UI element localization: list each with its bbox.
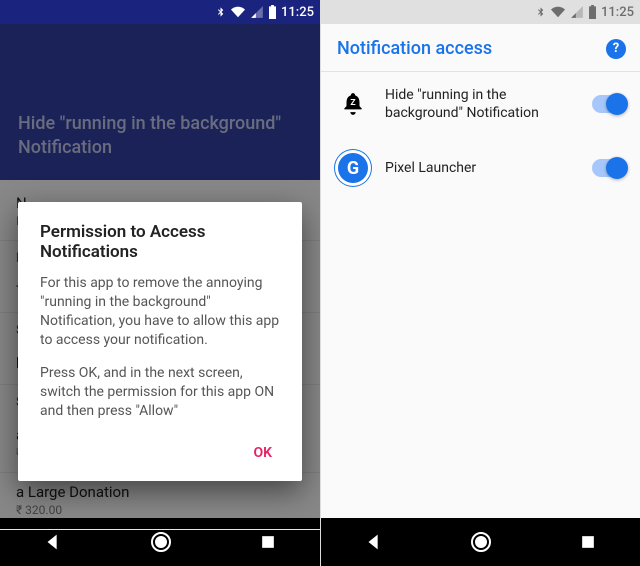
battery-icon: [268, 5, 277, 19]
toggle-switch[interactable]: [592, 159, 626, 177]
back-button[interactable]: [363, 531, 385, 553]
bell-snooze-icon: Z: [335, 86, 371, 122]
left-screenshot: 11:25 Hide "running in the background" N…: [0, 0, 320, 566]
back-button[interactable]: [42, 531, 64, 553]
wifi-icon: [550, 5, 566, 19]
battery-icon: [588, 5, 597, 19]
setting-row-hide-notification[interactable]: Z Hide "running in the background" Notif…: [321, 72, 640, 136]
ok-button[interactable]: OK: [245, 439, 280, 467]
screen-title: Notification access: [337, 38, 492, 59]
signal-icon: [570, 5, 584, 19]
dialog-title: Permission to Access Notifications: [40, 222, 280, 262]
bluetooth-icon: [215, 5, 226, 19]
help-icon[interactable]: ?: [606, 39, 626, 59]
dialog-body-1: For this app to remove the annoying "run…: [40, 274, 280, 350]
home-button[interactable]: [469, 530, 493, 554]
setting-row-pixel-launcher[interactable]: G Pixel Launcher: [321, 136, 640, 200]
recents-button[interactable]: [258, 532, 278, 552]
signal-icon: [250, 5, 264, 19]
setting-label: Hide "running in the background" Notific…: [385, 86, 578, 122]
right-screenshot: 11:25 Notification access ? Z Hide "runn…: [320, 0, 640, 566]
setting-label: Pixel Launcher: [385, 159, 578, 177]
permission-dialog: Permission to Access Notifications For t…: [18, 202, 302, 481]
toggle-switch[interactable]: [592, 95, 626, 113]
status-bar: 11:25: [0, 0, 320, 24]
nav-bar: [321, 518, 640, 566]
screen-title-bar: Notification access ?: [321, 24, 640, 72]
dialog-body-2: Press OK, and in the next screen, switch…: [40, 364, 280, 421]
svg-text:Z: Z: [350, 98, 355, 108]
status-bar: 11:25: [321, 0, 640, 24]
status-time: 11:25: [601, 5, 634, 20]
recents-button[interactable]: [578, 532, 598, 552]
pixel-launcher-icon: G: [335, 150, 371, 186]
bluetooth-icon: [535, 5, 546, 19]
status-time: 11:25: [281, 5, 314, 20]
home-button[interactable]: [149, 530, 173, 554]
wifi-icon: [230, 5, 246, 19]
